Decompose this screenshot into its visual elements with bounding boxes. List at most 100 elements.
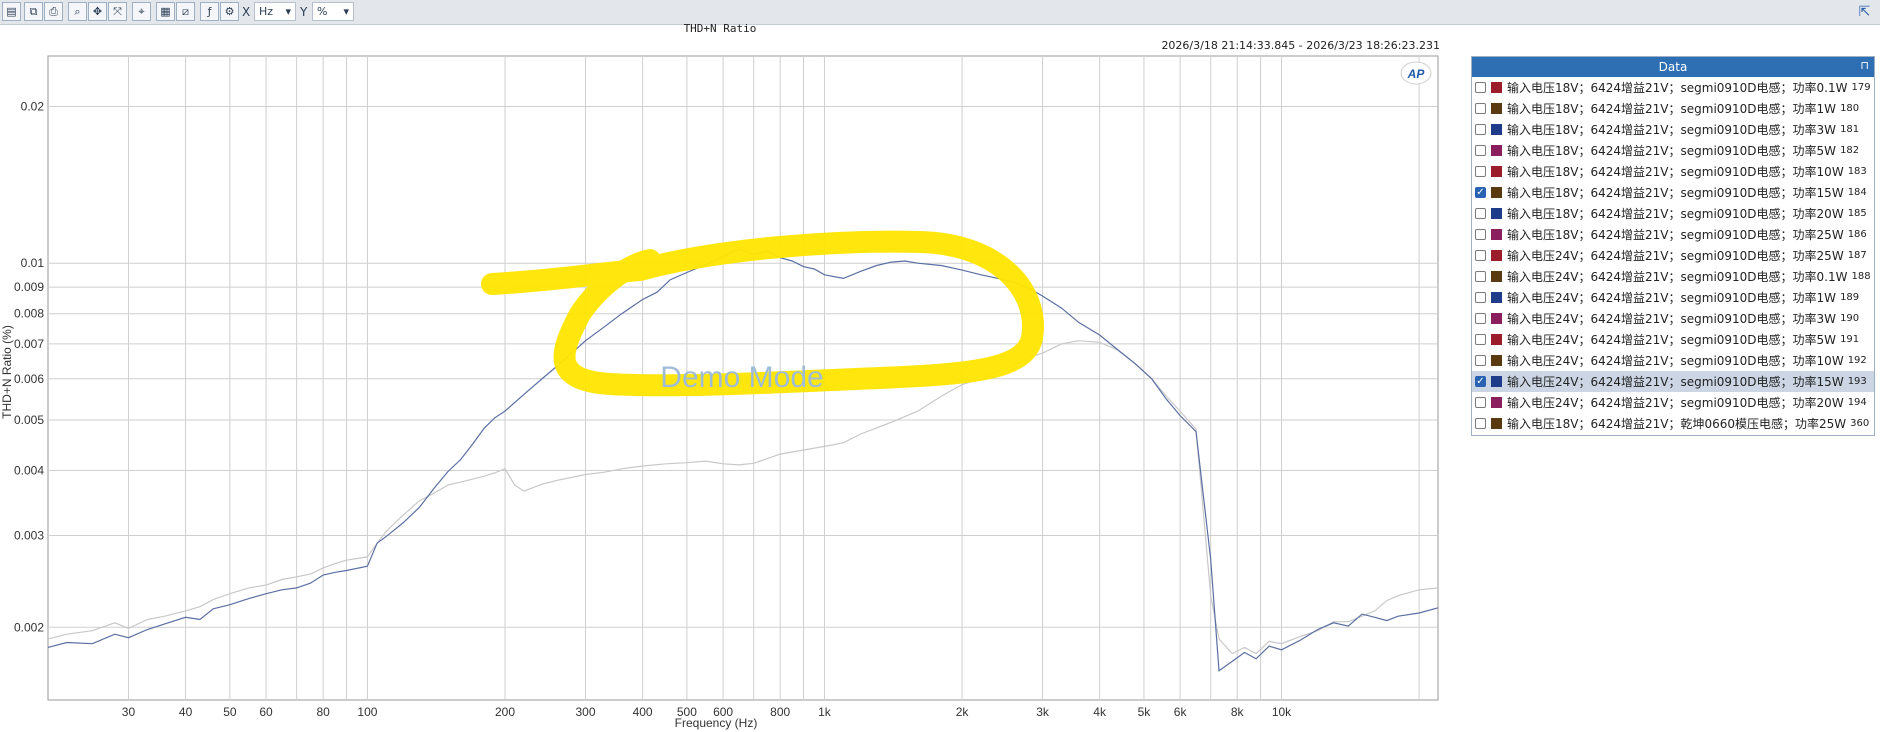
y-axis-title: THD+N Ratio (%)	[0, 325, 14, 419]
series-checkbox[interactable]	[1475, 292, 1486, 303]
demo-watermark: Demo Mode	[660, 361, 823, 394]
series-checkbox[interactable]	[1475, 208, 1486, 219]
series-label: 输入电压24V；6424增益21V；segmi0910D电感；功率1W	[1507, 291, 1837, 305]
series-checkbox[interactable]	[1475, 229, 1486, 240]
data-row[interactable]: 输入电压18V；6424增益21V；segmi0910D电感；功率5W 182	[1472, 140, 1874, 161]
graph-options-icon[interactable]: ⧄	[176, 2, 195, 21]
series-label: 输入电压24V；6424增益21V；segmi0910D电感；功率10W	[1507, 354, 1844, 368]
y-unit-select[interactable]: % ▾	[312, 2, 354, 21]
y-tick-label: 0.004	[14, 463, 44, 477]
x-tick-label: 800	[770, 705, 790, 719]
series-id: 187	[1847, 250, 1867, 261]
series-color-swatch	[1491, 145, 1502, 156]
series-checkbox[interactable]	[1475, 271, 1486, 282]
data-row[interactable]: 输入电压24V；6424增益21V；segmi0910D电感；功率3W 190	[1472, 308, 1874, 329]
series-id: 180	[1840, 103, 1860, 114]
series-checkbox[interactable]	[1475, 397, 1486, 408]
series-color-swatch	[1491, 103, 1502, 114]
x-tick-label: 1k	[818, 705, 832, 719]
series-color-swatch	[1491, 334, 1502, 345]
y-tick-label: 0.005	[14, 413, 44, 427]
series-color-swatch	[1491, 397, 1502, 408]
series-color-swatch	[1491, 229, 1502, 240]
series-color-swatch	[1491, 292, 1502, 303]
series-id: 182	[1840, 145, 1860, 156]
series-label: 输入电压24V；6424增益21V；segmi0910D电感；功率0.1W	[1507, 270, 1848, 284]
data-row[interactable]: 输入电压24V；6424增益21V；segmi0910D电感；功率5W 191	[1472, 329, 1874, 350]
data-panel-header: Data ⊓	[1472, 57, 1874, 77]
chart-title: THD+N Ratio	[683, 22, 757, 35]
data-row[interactable]: 输入电压24V；6424增益21V；segmi0910D电感；功率1W 189	[1472, 287, 1874, 308]
zoom-icon[interactable]: ⌕	[68, 2, 87, 21]
print-icon[interactable]: ⎙	[44, 2, 63, 21]
series-checkbox[interactable]	[1475, 103, 1486, 114]
data-row[interactable]: 输入电压24V；6424增益21V；segmi0910D电感；功率20W 194	[1472, 392, 1874, 413]
x-unit-select[interactable]: Hz ▾	[254, 2, 296, 21]
series-checkbox[interactable]	[1475, 355, 1486, 366]
data-row[interactable]: 输入电压18V；6424增益21V；segmi0910D电感；功率1W 180	[1472, 98, 1874, 119]
restore-window-icon[interactable]: ⇱	[1855, 2, 1874, 21]
x-axis-label: X	[242, 4, 251, 19]
series-id: 191	[1840, 334, 1860, 345]
x-tick-label: 8k	[1231, 705, 1245, 719]
pin-icon[interactable]: ⊓	[1860, 59, 1869, 72]
series-id: 193	[1847, 376, 1867, 387]
series-label: 输入电压18V；6424增益21V；segmi0910D电感；功率5W	[1507, 144, 1837, 158]
chevron-down-icon: ▾	[285, 5, 291, 18]
series-checkbox[interactable]	[1475, 82, 1486, 93]
table-icon[interactable]: ▦	[156, 2, 175, 21]
y-unit-value: %	[317, 5, 328, 18]
series-label: 输入电压24V；6424增益21V；segmi0910D电感；功率5W	[1507, 333, 1837, 347]
series-label: 输入电压18V；6424增益21V；乾坤0660模压电感；功率25W	[1507, 417, 1847, 431]
copy-icon[interactable]: ⧉	[24, 2, 43, 21]
series-color-swatch	[1491, 166, 1502, 177]
series-checkbox[interactable]	[1475, 250, 1486, 261]
series-checkbox[interactable]	[1475, 334, 1486, 345]
y-tick-label: 0.009	[14, 280, 44, 294]
data-row[interactable]: 输入电压18V；6424增益21V；segmi0910D电感；功率10W 183	[1472, 161, 1874, 182]
series-checkbox[interactable]	[1475, 124, 1486, 135]
data-row[interactable]: 输入电压24V；6424增益21V；segmi0910D电感；功率10W 192	[1472, 350, 1874, 371]
x-tick-label: 4k	[1093, 705, 1107, 719]
settings-icon[interactable]: ⚙	[220, 2, 239, 21]
x-tick-label: 6k	[1174, 705, 1188, 719]
series-color-swatch	[1491, 376, 1502, 387]
data-row[interactable]: 输入电压18V；6424增益21V；segmi0910D电感；功率20W 185	[1472, 203, 1874, 224]
fit-icon[interactable]: ⤧	[108, 2, 127, 21]
data-row[interactable]: ✓ 输入电压18V；6424增益21V；segmi0910D电感；功率15W 184	[1472, 182, 1874, 203]
cursor-icon[interactable]: ⌖	[132, 2, 151, 21]
pan-icon[interactable]: ✥	[88, 2, 107, 21]
series-id: 186	[1847, 229, 1867, 240]
data-list: 输入电压18V；6424增益21V；segmi0910D电感；功率0.1W 179…	[1472, 77, 1874, 434]
series-checkbox[interactable]: ✓	[1475, 187, 1486, 198]
y-tick-label: 0.02	[21, 99, 45, 113]
x-axis-title: Frequency (Hz)	[675, 716, 758, 730]
series-checkbox[interactable]	[1475, 145, 1486, 156]
series-color-swatch	[1491, 355, 1502, 366]
x-tick-label: 2k	[956, 705, 970, 719]
chevron-down-icon: ▾	[343, 5, 349, 18]
x-tick-label: 10k	[1272, 705, 1292, 719]
data-row[interactable]: 输入电压24V；6424增益21V；segmi0910D电感；功率25W 187	[1472, 245, 1874, 266]
data-row[interactable]: 输入电压18V；6424增益21V；segmi0910D电感；功率25W 186	[1472, 224, 1874, 245]
series-checkbox[interactable]	[1475, 313, 1486, 324]
series-checkbox[interactable]	[1475, 166, 1486, 177]
function-icon[interactable]: ƒ	[200, 2, 219, 21]
series-checkbox[interactable]	[1475, 418, 1486, 429]
y-tick-label: 0.003	[14, 529, 44, 543]
x-tick-label: 5k	[1138, 705, 1152, 719]
thdn-chart: 30 40 50 60 80 100 200 300 400 500 600 800 1k 2k 3k 4k 5…	[0, 55, 1439, 730]
series-checkbox[interactable]: ✓	[1475, 376, 1486, 387]
data-row[interactable]: ✓ 输入电压24V；6424增益21V；segmi0910D电感；功率15W 193	[1472, 371, 1874, 392]
series-label: 输入电压18V；6424增益21V；segmi0910D电感；功率0.1W	[1507, 81, 1848, 95]
data-row[interactable]: 输入电压18V；6424增益21V；乾坤0660模压电感；功率25W 360	[1472, 413, 1874, 434]
data-row[interactable]: 输入电压18V；6424增益21V；segmi0910D电感；功率0.1W 179	[1472, 77, 1874, 98]
y-tick-label: 0.002	[14, 620, 44, 634]
x-tick-label: 50	[223, 705, 237, 719]
save-icon[interactable]: ▤	[2, 2, 21, 21]
x-tick-label: 200	[495, 705, 515, 719]
series-label: 输入电压18V；6424增益21V；segmi0910D电感；功率15W	[1507, 186, 1844, 200]
data-row[interactable]: 输入电压24V；6424增益21V；segmi0910D电感；功率0.1W 188	[1472, 266, 1874, 287]
data-row[interactable]: 输入电压18V；6424增益21V；segmi0910D电感；功率3W 181	[1472, 119, 1874, 140]
y-tick-label: 0.007	[14, 337, 44, 351]
